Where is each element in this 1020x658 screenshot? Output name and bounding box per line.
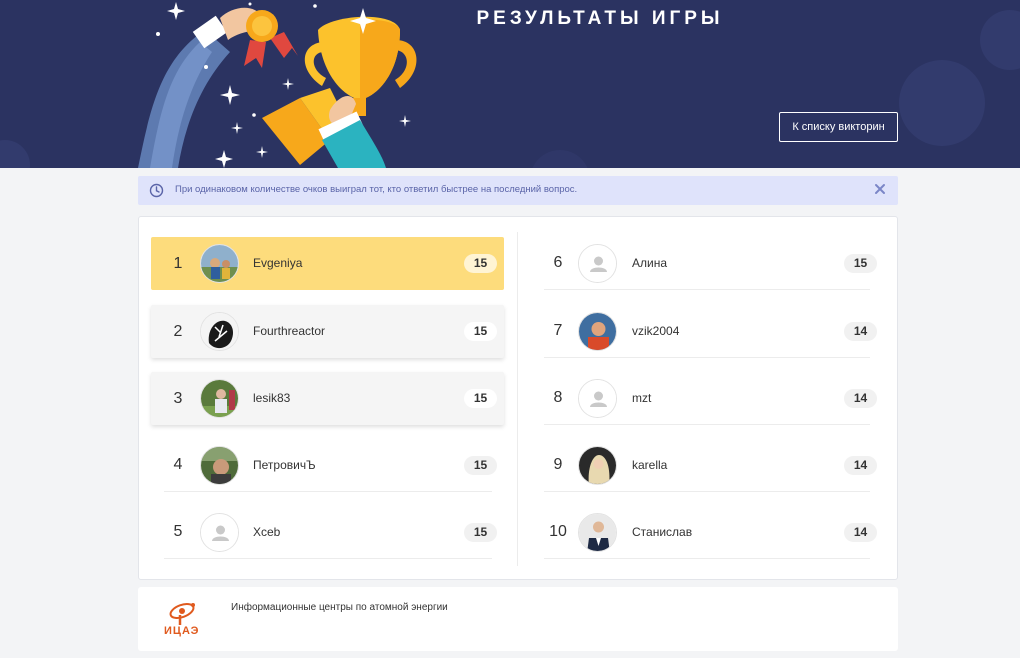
sponsor-footer: ИЦАЭ Информационные центры по атомной эн… [138,587,898,651]
leaderboard-row-4: 4 ПетровичЪ 15 [164,439,497,492]
tie-break-notice: При одинаковом количестве очков выиграл … [138,176,898,205]
leaderboard-row-7: 7 vzik2004 14 [544,305,877,358]
score-badge: 15 [844,254,877,273]
leaderboard-row-2: 2 Fourthreactor 15 [151,305,504,358]
player-name: Evgeniya [253,256,303,270]
player-name: Алина [632,256,668,270]
leaderboard-row-9: 9 karella 14 [544,439,877,492]
player-name: Fourthreactor [253,324,326,338]
avatar [578,513,617,552]
score-badge: 15 [464,254,497,273]
back-to-quizzes-button[interactable]: К списку викторин [779,112,898,142]
avatar-placeholder [578,379,617,418]
player-name: vzik2004 [632,324,680,338]
rank: 8 [553,389,563,406]
user-icon [579,245,616,282]
avatar-placeholder [200,513,239,552]
score-badge: 15 [464,389,497,408]
rank: 3 [173,389,183,407]
rank: 1 [173,254,183,272]
avatar [200,379,239,418]
player-name: Станислав [632,525,693,539]
header-banner: РЕЗУЛЬТАТЫ ИГРЫ К списку викторин [0,0,1020,168]
score-badge: 15 [464,456,497,475]
column-divider [517,232,518,566]
avatar-placeholder [578,244,617,283]
leaderboard-row-1: 1 Evgeniya 15 [151,237,504,290]
notice-text: При одинаковом количестве очков выиграл … [175,184,578,195]
avatar [578,312,617,351]
rank: 2 [173,322,183,340]
score-badge: 14 [844,523,877,542]
player-name: Xceb [253,525,281,539]
player-name: ПетровичЪ [253,458,316,472]
player-name: karella [632,458,668,472]
leaderboard-row-8: 8 mzt 14 [544,372,877,425]
close-icon[interactable] [873,182,887,196]
page-title: РЕЗУЛЬТАТЫ ИГРЫ [476,8,724,29]
rank: 4 [173,456,183,473]
avatar [200,312,239,351]
leaderboard-row-6: 6 Алина 15 [544,237,877,290]
score-badge: 15 [464,523,497,542]
score-badge: 14 [844,389,877,408]
avatar [200,446,239,485]
rank: 5 [173,523,183,540]
rank: 9 [553,456,563,473]
score-badge: 14 [844,456,877,475]
avatar [200,244,239,283]
leaderboard-row-10: 10 Станислав 14 [544,506,877,559]
sponsor-text[interactable]: Информационные центры по атомной энергии [231,602,448,613]
score-badge: 15 [464,322,497,341]
clock-icon [149,183,164,198]
score-badge: 14 [844,322,877,341]
user-icon [201,514,238,551]
leaderboard-row-5: 5 Xceb 15 [164,506,497,559]
avatar [578,446,617,485]
leaderboard-row-3: 3 lesik83 15 [151,372,504,425]
logo-text: ИЦАЭ [164,625,200,637]
rank: 7 [553,322,563,339]
player-name: lesik83 [253,391,291,405]
rank: 6 [553,254,563,271]
user-icon [579,380,616,417]
rank: 10 [549,523,567,540]
player-name: mzt [632,391,652,405]
